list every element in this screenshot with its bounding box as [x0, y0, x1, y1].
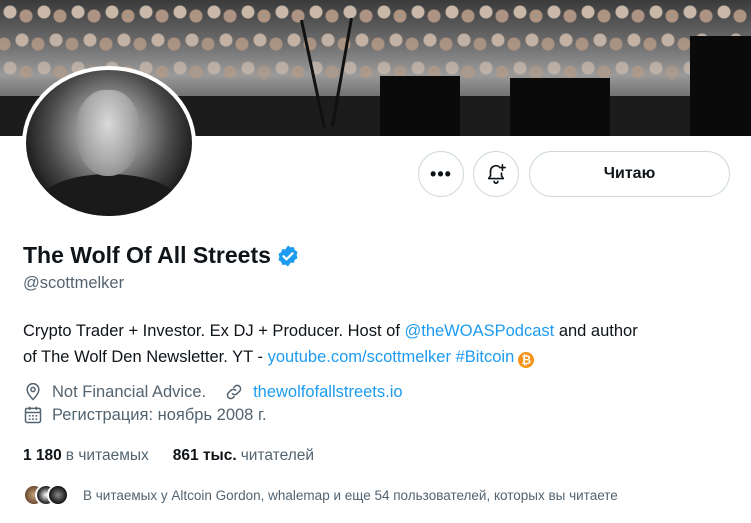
link-icon — [226, 384, 242, 400]
following-label: в читаемых — [65, 447, 149, 464]
followers-you-know-text: В читаемых у Altcoin Gordon, whalemap и … — [83, 487, 618, 503]
profile-handle: @scottmelker — [23, 274, 125, 292]
location-pin-icon — [26, 382, 40, 401]
notifications-button[interactable] — [473, 151, 519, 197]
profile-meta-row: Регистрация: ноябрь 2008 г. — [23, 405, 285, 425]
podcast-mention-link[interactable]: @theWOASPodcast — [405, 322, 555, 340]
bell-plus-icon — [487, 164, 506, 184]
follower-avatars — [23, 484, 69, 506]
followers-you-know[interactable]: В читаемых у Altcoin Gordon, whalemap и … — [23, 484, 618, 506]
calendar-icon — [24, 406, 42, 424]
joined-item: Регистрация: ноябрь 2008 г. — [23, 405, 267, 425]
location-item: Not Financial Advice. — [23, 382, 206, 402]
followers-count: 861 тыс. — [172, 447, 237, 464]
joined-text: Регистрация: ноябрь 2008 г. — [52, 405, 267, 424]
profile-meta-row: Not Financial Advice. thewolfofallstreet… — [23, 382, 421, 402]
location-text: Not Financial Advice. — [52, 382, 207, 401]
followers-label: читателей — [240, 447, 315, 464]
following-count-link[interactable]: 1 180 в читаемых — [23, 447, 149, 465]
bio-text: and author — [554, 322, 638, 340]
profile-name-row: The Wolf Of All Streets — [23, 242, 300, 269]
bio-text: Crypto Trader + Investor. Ex DJ + Produc… — [23, 322, 405, 340]
bitcoin-icon: ₿ — [518, 352, 535, 368]
bio-text: of The Wolf Den Newsletter. YT - — [23, 348, 268, 366]
followers-count-link[interactable]: 861 тыс. читателей — [173, 447, 314, 465]
youtube-link[interactable]: youtube.com/scottmelker — [268, 348, 451, 366]
follow-counts: 1 180 в читаемых 861 тыс. читателей — [23, 447, 338, 465]
more-dots-icon: ••• — [430, 164, 452, 184]
following-count: 1 180 — [23, 447, 62, 464]
profile-avatar[interactable] — [22, 66, 196, 220]
profile-name: The Wolf Of All Streets — [23, 242, 271, 268]
verified-badge-icon — [278, 245, 298, 266]
website-item[interactable]: thewolfofallstreets.io — [224, 382, 403, 402]
website-link[interactable]: thewolfofallstreets.io — [253, 383, 403, 402]
profile-bio: Crypto Trader + Investor. Ex DJ + Produc… — [23, 318, 733, 370]
avatar — [47, 484, 69, 506]
bitcoin-hashtag-link[interactable]: #Bitcoin — [456, 348, 515, 366]
avatar-photo — [26, 70, 192, 216]
more-options-button[interactable]: ••• — [418, 151, 464, 197]
following-button[interactable]: Читаю — [529, 151, 730, 197]
